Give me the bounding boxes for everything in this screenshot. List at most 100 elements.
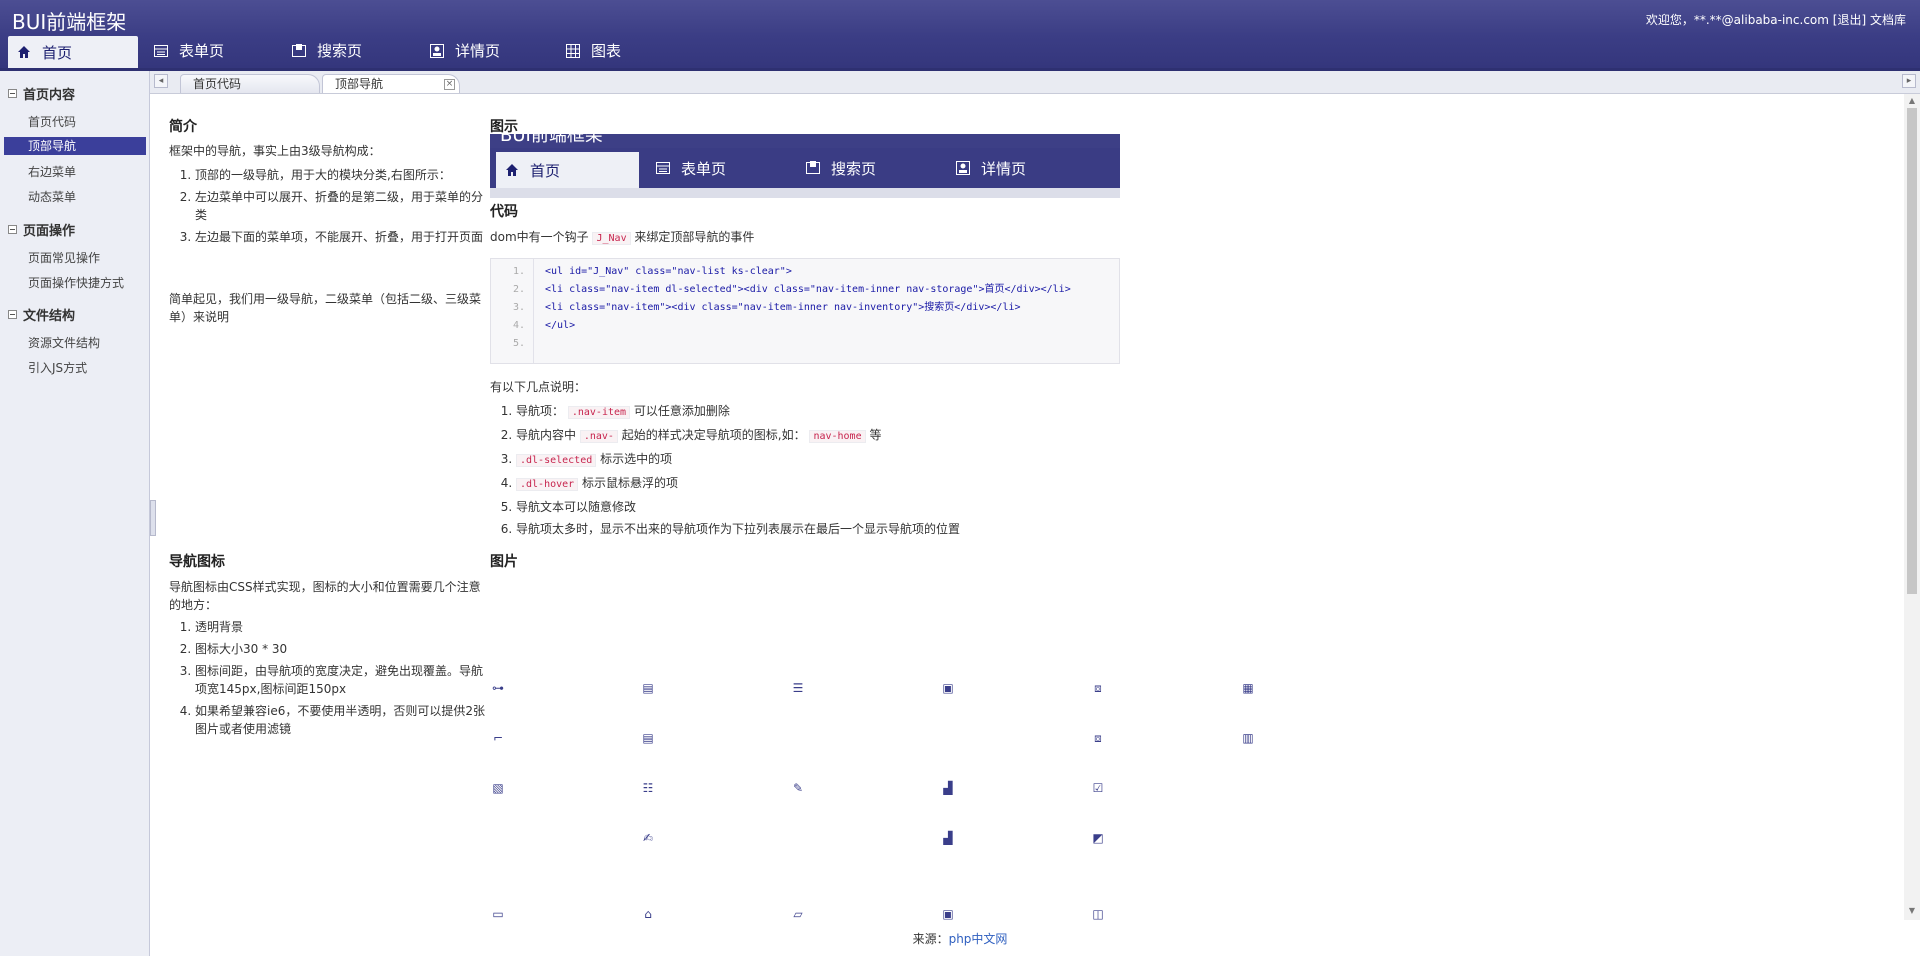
list-item: 图标大小30 * 30 [195,640,491,658]
collapse-minus-icon [8,89,17,98]
collapse-minus-icon [8,225,17,234]
demo-nav-item-detail: 详情页 [955,148,1026,188]
align-left-icon: ☰ [792,681,804,695]
list-item: 导航文本可以随意修改 [516,498,1166,516]
nav-item-search[interactable]: 搜索页 [291,33,362,68]
table-icon [656,162,670,174]
list-item: .dl-hover 标示鼠标悬浮的项 [516,474,1166,494]
tab-scroll-left-icon[interactable]: ◂ [154,74,168,88]
demo-logo: BUI前端框架 [490,134,1120,148]
nav-item-detail[interactable]: 详情页 [429,33,500,68]
nav-item-home[interactable]: 首页 [8,36,138,68]
intro-summary: 简单起见，我们用一级导航，二级菜单（包括二级、三级菜单）来说明 [169,292,482,324]
tab-top-nav[interactable]: 顶部导航 × [322,74,460,93]
intro-lead: 框架中的导航，事实上由3级导航构成： [169,144,381,158]
detail-icon [956,161,970,175]
intro-heading: 简介 [169,119,197,135]
scroll-down-icon[interactable]: ▼ [1907,906,1917,916]
table-icon [154,44,168,57]
sidebar-collapse-handle[interactable] [150,500,156,536]
nav-item-form[interactable]: 表单页 [153,33,224,68]
collapse-minus-icon [8,310,17,319]
home-icon [506,164,518,176]
code-line: 4. </ul> [512,320,576,331]
home-icon [18,46,30,58]
source-footer: 来源：php中文网 [912,932,1008,946]
tab-bar: ◂ 首页代码 顶部导航 × ▸ [150,71,1920,94]
figure-heading: 图示 [490,119,518,135]
tab-home-code[interactable]: 首页代码 [180,74,320,93]
demo-bottom-bar [490,188,1120,198]
nav-icons-lead: 导航图标由CSS样式实现，图标的大小和位置需要几个注意的地方： [169,580,481,612]
sidebar-item-right-menu[interactable]: 右边菜单 [4,163,146,181]
sidebar-item-top-nav[interactable]: 顶部导航 [4,137,146,155]
main-content: 简介 框架中的导航，事实上由3级导航构成： 顶部的一级导航，用于大的模块分类,右… [157,94,1902,920]
sidebar-item-resource-structure[interactable]: 资源文件结构 [4,334,146,352]
list-item: 图标间距，由导航项的宽度决定，避免出现覆盖。导航项宽145px,图标间距150p… [195,662,491,698]
list-item: 如果希望兼容ie6，不要使用半透明，否则可以提供2张图片或者使用滤镜 [195,702,491,738]
sidebar-item-home-code[interactable]: 首页代码 [4,113,146,131]
tab-scroll-right-icon[interactable]: ▸ [1902,74,1916,88]
logout-link[interactable]: [退出] [1833,13,1866,27]
docs-link[interactable]: 文档库 [1870,13,1906,27]
scrollbar-thumb[interactable] [1907,108,1917,594]
scroll-up-icon[interactable]: ▲ [1907,96,1917,106]
code-heading: 代码 [490,204,518,220]
source-link[interactable]: php中文网 [949,932,1008,946]
bar-chart-icon: ▟ [943,781,953,795]
demo-nav: 首页 表单页 搜索页 详情页 [490,148,1120,188]
app-logo: BUI前端框架 [12,10,127,34]
user-list-icon: ☷ [642,781,654,795]
sidebar-item-common-ops[interactable]: 页面常见操作 [4,249,146,267]
sidebar-group-home-content[interactable]: 首页内容 [8,84,75,103]
frame-icon: ⧈ [1094,681,1102,695]
top-bar: BUI前端框架 欢迎您，**.**@alibaba-inc.com [退出] 文… [0,0,1920,34]
table-icon: ▤ [642,681,654,695]
list-item: 左边菜单中可以展开、折叠的是第二级，用于菜单的分类 [195,188,489,224]
code-line: 5. [512,338,525,349]
close-icon[interactable]: × [444,79,455,90]
code-block: 1. <ul id="J_Nav" class="nav-list ks-cle… [490,258,1120,364]
nav-item-label: 搜索页 [317,42,363,60]
demo-nav-item-form: 表单页 [655,148,726,188]
code-description: dom中有一个钩子 J_Nav 来绑定顶部导航的事件 [490,230,755,245]
list-item: 导航内容中 .nav- 起始的样式决定导航项的图标,如： nav-home 等 [516,426,1166,446]
sidebar-item-js-import[interactable]: 引入JS方式 [4,359,146,377]
sidebar-group-page-ops[interactable]: 页面操作 [8,220,75,239]
tag-icon: ⌂ [644,907,652,920]
nav-item-chart[interactable]: 图表 [565,33,621,68]
edit-icon: ✎ [792,781,804,795]
notes-lead: 有以下几点说明： [490,380,587,394]
vertical-scrollbar[interactable]: ▲ ▼ [1904,94,1920,920]
nav-icons-heading: 导航图标 [169,554,225,570]
top-nav: 首页 表单页 搜索页 详情页 图表 [0,33,1920,71]
chart-grid-icon [566,43,580,58]
hook-code: J_Nav [592,232,631,245]
grid-icon: ▥ [1242,731,1254,745]
sidebar-item-shortcuts[interactable]: 页面操作快捷方式 [4,274,146,292]
code-line: 2. <li class="nav-item dl-selected"><div… [512,284,1071,295]
grid-icon: ▦ [1242,681,1254,695]
list-item: 顶部的一级导航，用于大的模块分类,右图所示： [195,166,489,184]
demo-nav-item-search: 搜索页 [805,148,876,188]
welcome-text: 欢迎您，**.**@alibaba-inc.com [1645,13,1829,27]
list-item: 透明背景 [195,618,491,636]
nav-item-label: 首页 [42,43,73,62]
frame-icon: ⧈ [1094,731,1102,745]
sidebar-item-dynamic-menu[interactable]: 动态菜单 [4,188,146,206]
nav-icons-points: 透明背景 图标大小30 * 30 图标间距，由导航项的宽度决定，避免出现覆盖。导… [169,618,491,742]
pen-icon: ✍ [642,831,654,845]
key-icon: ⊶ [492,681,504,695]
code-line: 1. <ul id="J_Nav" class="nav-list ks-cle… [512,266,792,277]
report-icon: ▧ [492,781,504,795]
window-icon: ▭ [492,907,504,920]
list-item: 左边最下面的菜单项，不能展开、折叠，用于打开页面 [195,228,489,246]
notes-list: 导航项： .nav-item 可以任意添加删除 导航内容中 .nav- 起始的样… [490,402,1166,542]
user-info: 欢迎您，**.**@alibaba-inc.com [退出] 文档库 [1646,11,1906,28]
nav-item-label: 图表 [591,42,622,60]
folder-icon: ▱ [793,907,803,920]
nav-item-label: 表单页 [179,42,225,60]
sidebar-group-file-structure[interactable]: 文件结构 [8,305,75,324]
demo-nav-item-home: 首页 [496,152,639,188]
nav-demo-figure: BUI前端框架 首页 表单页 搜索页 详情页 [490,134,1120,198]
